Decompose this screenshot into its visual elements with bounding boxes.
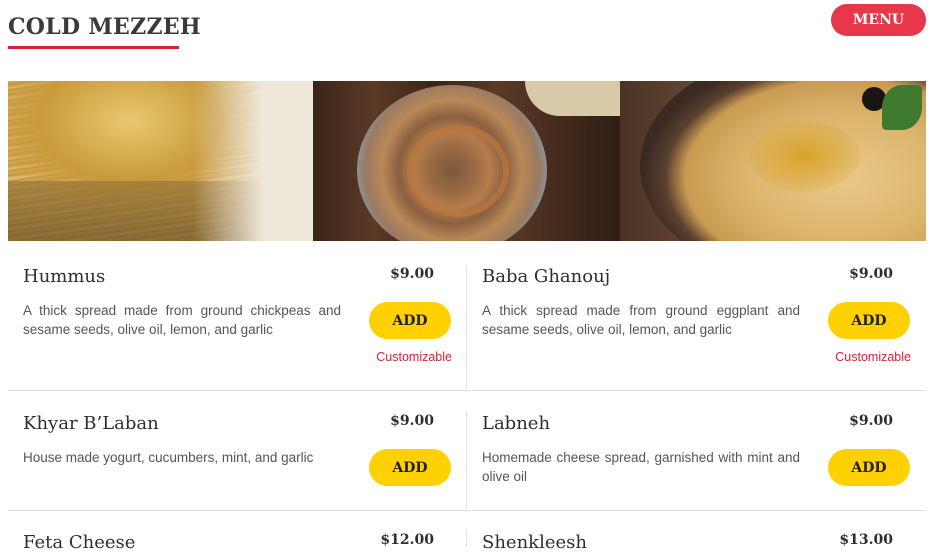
item-price: $9.00	[390, 266, 434, 282]
item-description: Homemade cheese spread, garnished with m…	[482, 450, 800, 484]
item-price: $13.00	[839, 532, 893, 548]
item-name[interactable]: Khyar B’Laban	[23, 413, 159, 434]
customizable-label: Customizable	[376, 350, 452, 364]
item-name[interactable]: Shenkleesh	[482, 532, 587, 553]
item-price: $12.00	[380, 532, 434, 548]
item-name[interactable]: Baba Ghanouj	[482, 266, 610, 287]
menu-button[interactable]: MENU	[831, 4, 926, 36]
baba-ghanouj-image	[313, 81, 620, 241]
section-title: COLD MEZZEH	[8, 14, 201, 40]
item-description: A thick spread made from ground chickpea…	[23, 303, 341, 337]
item-description: House made yogurt, cucumbers, mint, and …	[23, 450, 314, 465]
item-name[interactable]: Labneh	[482, 413, 550, 434]
menu-item-shenkleesh[interactable]: Shenkleesh $13.00	[467, 532, 926, 553]
title-underline	[8, 46, 179, 49]
add-button[interactable]: ADD	[828, 449, 910, 486]
item-name[interactable]: Hummus	[23, 266, 105, 287]
menu-item-hummus[interactable]: Hummus $9.00 A thick spread made from gr…	[8, 266, 467, 391]
menu-item-feta-cheese[interactable]: Feta Cheese $12.00	[8, 532, 467, 553]
baklava-image	[8, 81, 313, 241]
item-price: $9.00	[849, 413, 893, 429]
hummus-image	[620, 81, 926, 241]
item-price: $9.00	[390, 413, 434, 429]
add-button[interactable]: ADD	[828, 302, 910, 339]
menu-item-khyar-blaban[interactable]: Khyar B’Laban $9.00 House made yogurt, c…	[8, 413, 467, 513]
section-banner	[8, 81, 926, 241]
item-description: A thick spread made from ground eggplant…	[482, 303, 800, 337]
customizable-label: Customizable	[835, 350, 911, 364]
row-divider	[8, 510, 926, 511]
menu-item-labneh[interactable]: Labneh $9.00 Homemade cheese spread, gar…	[467, 413, 926, 513]
add-button[interactable]: ADD	[369, 449, 451, 486]
menu-item-baba-ghanouj[interactable]: Baba Ghanouj $9.00 A thick spread made f…	[467, 266, 926, 391]
column-divider	[466, 412, 467, 510]
item-name[interactable]: Feta Cheese	[23, 532, 135, 553]
item-price: $9.00	[849, 266, 893, 282]
row-divider	[8, 390, 926, 391]
column-divider	[466, 530, 467, 547]
column-divider	[466, 266, 467, 390]
add-button[interactable]: ADD	[369, 302, 451, 339]
